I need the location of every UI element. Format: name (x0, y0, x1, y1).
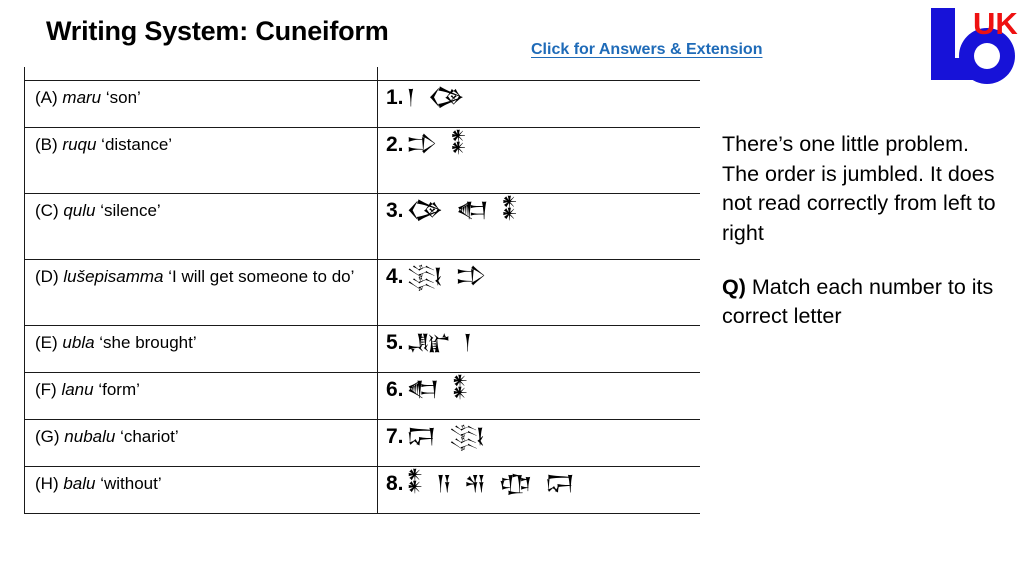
table-row[interactable]: (D) lušepisamma ‘I will get someone to d… (24, 259, 700, 326)
sign-cell: 3. 𒀚 𒊨 𒀮 (377, 193, 700, 260)
word-native: balu (63, 474, 96, 493)
uklo-logo-icon: UK (931, 6, 1018, 84)
logo-o-inner (974, 43, 1000, 69)
sign-number: 1. (386, 86, 404, 109)
matching-table: (A) maru ‘son’ 1. 𒁹 𒀚 (B) ruqu ‘distance’… (24, 67, 700, 514)
note-paragraph-problem: There’s one little problem. The order is… (722, 132, 996, 245)
cuneiform-glyphs: 𒀮 𒀀 𒋂 𒂡 𒁶 (406, 471, 578, 495)
table-row[interactable]: (C) qulu ‘silence’ 3. 𒀚 𒊨 𒀮 (24, 193, 700, 260)
page-title: Writing System: Cuneiform (46, 16, 389, 46)
cuneiform-glyphs: 𒁶 𒋟 (406, 424, 489, 448)
header-cell-words (24, 67, 378, 81)
word-label: (G) (35, 427, 60, 446)
sign-cell: 5. 𒂜 𒁹 (377, 325, 700, 373)
word-gloss: ‘I will get someone to do’ (168, 267, 355, 286)
word-gloss: ‘she brought’ (99, 333, 197, 352)
word-gloss: ‘form’ (98, 380, 140, 399)
question-text: Match each number to its correct letter (722, 274, 994, 329)
sign-number: 5. (386, 331, 404, 354)
word-cell: (H) balu ‘without’ (24, 466, 378, 514)
cuneiform-glyphs: 𒂜 𒁹 (406, 330, 476, 354)
word-native: ubla (62, 333, 95, 352)
word-native: nubalu (64, 427, 116, 446)
cuneiform-glyphs: 𒋟 𒄞 (406, 264, 490, 288)
table-row[interactable]: (A) maru ‘son’ 1. 𒁹 𒀚 (24, 80, 700, 128)
word-cell: (E) ubla ‘she brought’ (24, 325, 378, 373)
sign-cell: 8. 𒀮 𒀀 𒋂 𒂡 𒁶 (377, 466, 700, 514)
word-native: qulu (63, 201, 96, 220)
notes-spacer (722, 249, 1004, 273)
table-row[interactable]: (F) lanu ‘form’ 6. 𒊨 𒀮 (24, 372, 700, 420)
table-body: (A) maru ‘son’ 1. 𒁹 𒀚 (B) ruqu ‘distance’… (24, 67, 700, 514)
cuneiform-glyphs: 𒀚 𒊨 𒀮 (406, 198, 522, 222)
question-prefix: Q) (722, 274, 746, 299)
word-label: (C) (35, 201, 59, 220)
word-cell: (D) lušepisamma ‘I will get someone to d… (24, 259, 378, 326)
word-native: ruqu (62, 135, 97, 154)
table-row[interactable]: (G) nubalu ‘chariot’ 7. 𒁶 𒋟 (24, 419, 700, 467)
uklo-logo: UK (925, 2, 1021, 90)
word-cell: (C) qulu ‘silence’ (24, 193, 378, 260)
word-cell: (G) nubalu ‘chariot’ (24, 419, 378, 467)
word-gloss: ‘silence’ (100, 201, 161, 220)
table-row[interactable]: (E) ubla ‘she brought’ 5. 𒂜 𒁹 (24, 325, 700, 373)
word-cell: (A) maru ‘son’ (24, 80, 378, 128)
word-cell: (F) lanu ‘form’ (24, 372, 378, 420)
word-gloss: ‘chariot’ (120, 427, 179, 446)
word-label: (B) (35, 135, 58, 154)
word-cell: (B) ruqu ‘distance’ (24, 127, 378, 194)
sign-number: 8. (386, 472, 404, 495)
word-label: (A) (35, 88, 58, 107)
header-cell-signs (377, 67, 700, 81)
notes-panel: There’s one little problem. The order is… (722, 130, 1004, 332)
word-gloss: ‘son’ (105, 88, 141, 107)
sign-cell: 1. 𒁹 𒀚 (377, 80, 700, 128)
sign-cell: 2. 𒄞 𒀮 (377, 127, 700, 194)
table-row[interactable]: (H) balu ‘without’ 8. 𒀮 𒀀 𒋂 𒂡 𒁶 (24, 466, 700, 514)
word-label: (E) (35, 333, 58, 352)
sign-number: 6. (386, 378, 404, 401)
cuneiform-glyphs: 𒁹 𒀚 (406, 85, 468, 109)
word-label: (F) (35, 380, 57, 399)
word-native: maru (62, 88, 102, 107)
logo-uk-text: UK (973, 6, 1018, 41)
word-gloss: ‘without’ (100, 474, 162, 493)
sign-number: 4. (386, 265, 404, 288)
word-native: lanu (61, 380, 94, 399)
word-label: (D) (35, 267, 59, 286)
word-label: (H) (35, 474, 59, 493)
cuneiform-glyphs: 𒊨 𒀮 (406, 377, 472, 401)
sign-number: 7. (386, 425, 404, 448)
answers-extension-link[interactable]: Click for Answers & Extension (531, 41, 762, 59)
sign-cell: 7. 𒁶 𒋟 (377, 419, 700, 467)
sign-cell: 6. 𒊨 𒀮 (377, 372, 700, 420)
word-native: lušepisamma (63, 267, 164, 286)
sign-cell: 4. 𒋟 𒄞 (377, 259, 700, 326)
sign-number: 2. (386, 133, 404, 156)
word-gloss: ‘distance’ (101, 135, 173, 154)
sign-number: 3. (386, 199, 404, 222)
cuneiform-glyphs: 𒄞 𒀮 (406, 132, 470, 156)
table-row[interactable]: (B) ruqu ‘distance’ 2. 𒄞 𒀮 (24, 127, 700, 194)
table-header-row (24, 67, 700, 81)
note-paragraph-question: Q) Match each number to its correct lett… (722, 273, 1004, 332)
